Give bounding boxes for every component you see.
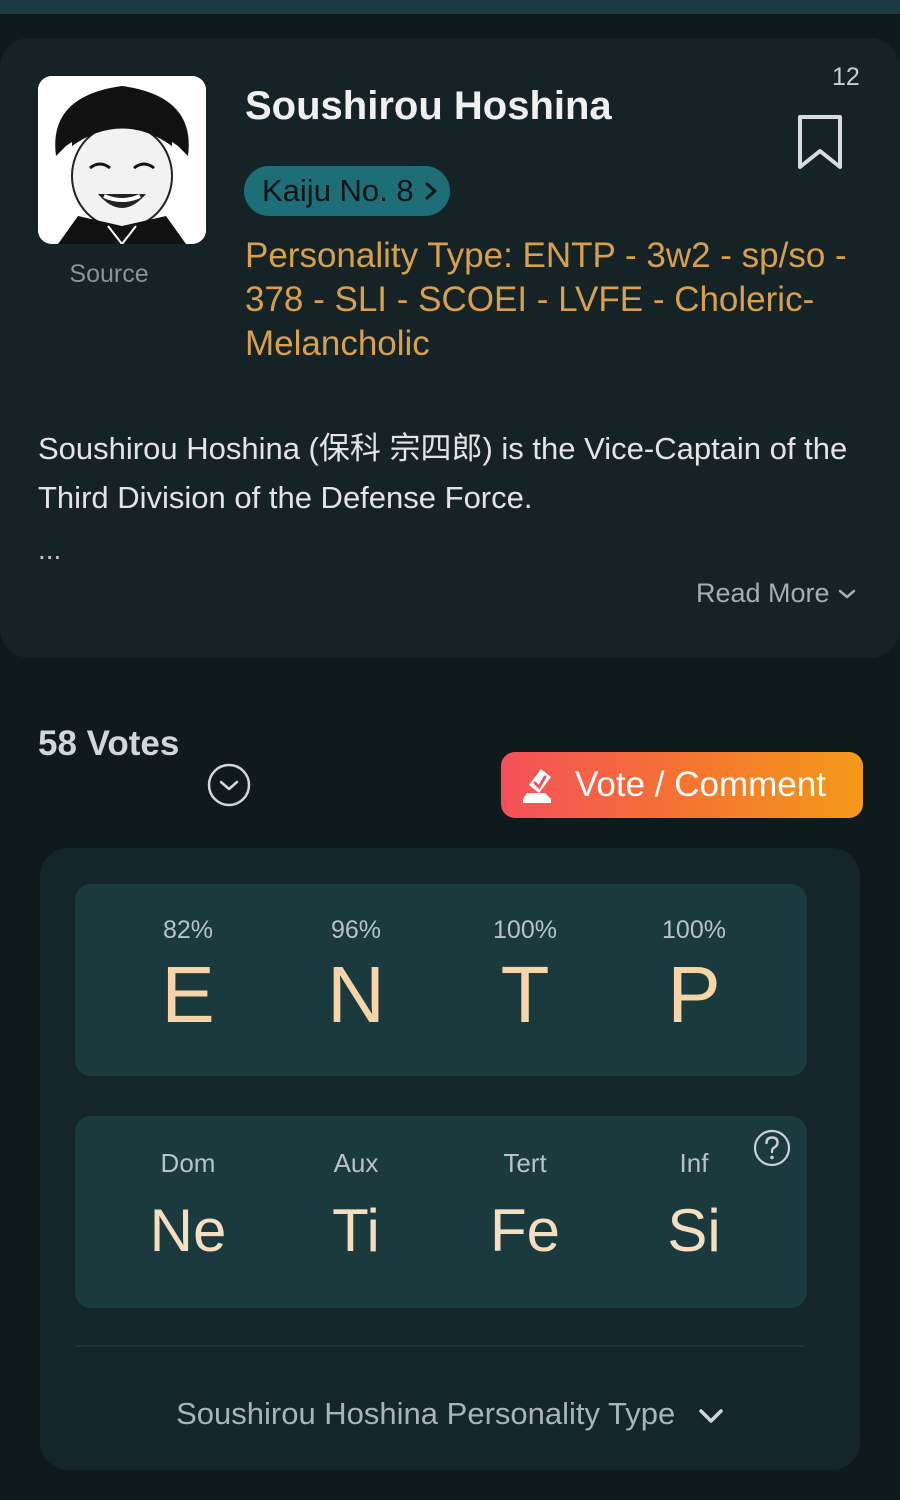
letter-value: E [161, 950, 215, 1039]
function-value: Fe [489, 1197, 561, 1264]
letter-cell-p: 100% P [610, 916, 778, 1035]
bookmark-count: 12 [832, 63, 860, 91]
letter-percent: 100% [662, 916, 726, 944]
function-cell-dom: Dom Ne [104, 1148, 272, 1261]
profile-card: Source Soushirou Hoshina 12 Kaiju No. 8 … [0, 38, 900, 658]
panel-divider [75, 1345, 805, 1347]
vote-comment-label: Vote / Comment [575, 765, 826, 804]
letter-value: P [667, 950, 721, 1039]
personality-type-expand-label: Soushirou Hoshina Personality Type [176, 1396, 676, 1431]
letter-value: T [500, 950, 550, 1039]
function-value: Ti [332, 1197, 380, 1264]
mbti-letters-box: 82% E 96% N 100% T 100% P [75, 884, 807, 1076]
votes-count: 58 Votes [38, 724, 180, 763]
character-avatar-image [38, 76, 206, 244]
cognitive-functions-box: Dom Ne Aux Ti Tert Fe Inf Si [75, 1116, 807, 1308]
function-cell-aux: Aux Ti [272, 1148, 440, 1261]
bookmark-icon[interactable] [797, 114, 843, 170]
votes-expand-icon[interactable] [206, 762, 252, 808]
letter-percent: 100% [493, 916, 557, 944]
function-cell-tert: Tert Fe [441, 1148, 609, 1261]
series-tag-button[interactable]: Kaiju No. 8 [244, 166, 450, 216]
chevron-right-icon [425, 182, 437, 200]
avatar-source-link[interactable]: Source [38, 260, 180, 289]
function-position-label: Tert [503, 1148, 547, 1178]
function-position-label: Dom [160, 1148, 216, 1178]
description-ellipsis: ... [38, 534, 62, 565]
vote-comment-button[interactable]: Vote / Comment [501, 752, 863, 818]
vote-icon [523, 769, 551, 803]
letter-percent: 82% [162, 916, 214, 944]
function-value: Si [667, 1197, 721, 1264]
top-status-bar [0, 0, 900, 14]
type-breakdown-panel: 82% E 96% N 100% T 100% P Dom Ne Aux Ti … [40, 848, 860, 1470]
letter-cell-n: 96% N [272, 916, 440, 1035]
chevron-down-icon [699, 1409, 723, 1423]
letter-cell-t: 100% T [441, 916, 609, 1035]
letter-cell-e: 82% E [104, 916, 272, 1035]
letter-percent: 96% [330, 916, 382, 944]
letter-value: N [327, 950, 385, 1039]
chevron-down-icon [838, 589, 855, 598]
personality-type-text: Personality Type: ENTP - 3w2 - sp/so - 3… [245, 236, 847, 363]
read-more-button[interactable]: Read More [696, 578, 856, 609]
personality-type-expand-button[interactable]: Soushirou Hoshina Personality Type [40, 1396, 860, 1432]
function-position-label: Aux [333, 1148, 379, 1178]
series-tag-label: Kaiju No. 8 [262, 173, 414, 208]
character-name: Soushirou Hoshina [245, 84, 612, 128]
function-value: Ne [149, 1197, 227, 1264]
character-description: Soushirou Hoshina (保科 宗四郎) is the Vice-C… [38, 431, 848, 515]
read-more-label: Read More [696, 578, 830, 608]
character-avatar[interactable] [38, 76, 206, 244]
help-icon[interactable] [752, 1128, 792, 1168]
